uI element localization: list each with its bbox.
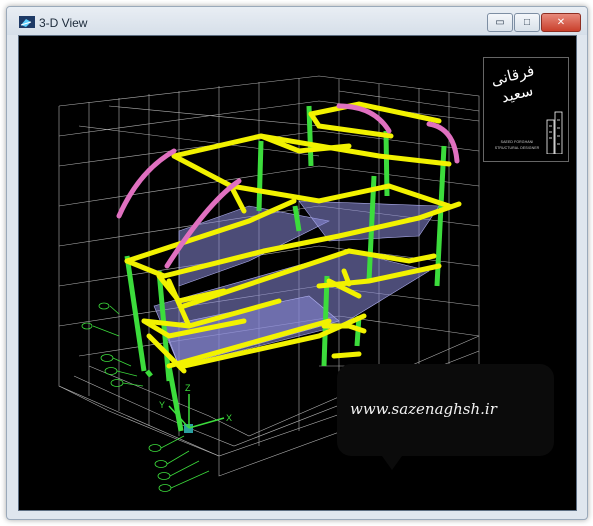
title-bar[interactable]: 3-D View ▭ □ ✕ bbox=[7, 7, 587, 35]
window-title: 3-D View bbox=[39, 16, 88, 30]
building-icon bbox=[546, 111, 563, 154]
axis-label-y: Y bbox=[159, 400, 165, 410]
close-button[interactable]: ✕ bbox=[541, 13, 581, 32]
maximize-icon: □ bbox=[523, 17, 531, 28]
grid-bubble bbox=[158, 484, 172, 492]
minimize-icon: ▭ bbox=[495, 17, 505, 28]
axis-label-z: Z bbox=[185, 383, 191, 393]
global-axes: X Y Z bbox=[159, 383, 232, 433]
website-bubble-tail bbox=[382, 456, 402, 470]
grid-bubble bbox=[148, 444, 162, 452]
grid-bubble bbox=[98, 302, 110, 310]
axis-label-x: X bbox=[226, 413, 232, 423]
brand-name: فرقانی سعید bbox=[489, 61, 537, 107]
grid-bubble bbox=[110, 379, 124, 387]
arch-members bbox=[116, 103, 460, 269]
grid-bubble bbox=[100, 354, 114, 362]
website-url: www.sazenaghsh.ir bbox=[350, 400, 497, 418]
grid-bubble bbox=[81, 322, 93, 330]
brand-subtitle-role: STRUCTURAL DESIGNER bbox=[494, 146, 540, 150]
brand-logo: فرقانی سعید SAEED FORGHANI STRUCTURAL DE… bbox=[483, 57, 569, 162]
maximize-button[interactable]: □ bbox=[514, 13, 540, 32]
minimize-button[interactable]: ▭ bbox=[487, 13, 513, 32]
etabs-3d-icon bbox=[19, 16, 35, 28]
close-icon: ✕ bbox=[556, 17, 566, 28]
window-3d-view: 3-D View ▭ □ ✕ X Y Z فرقانی سعید SAEED F… bbox=[6, 6, 588, 520]
grid-bubble bbox=[154, 460, 168, 468]
brand-subtitle-name: SAEED FORGHANI bbox=[500, 140, 534, 144]
grid-bubble bbox=[104, 367, 118, 375]
grid-bubble bbox=[157, 472, 171, 480]
